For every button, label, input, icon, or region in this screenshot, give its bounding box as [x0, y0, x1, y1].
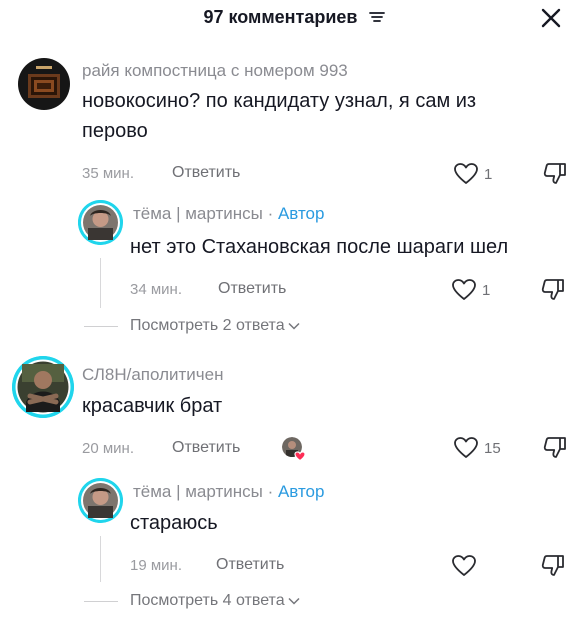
- reply-username: тёма | мартинсы: [133, 482, 263, 501]
- view-replies-label: Посмотреть 4 ответа: [130, 592, 285, 610]
- avatar[interactable]: [18, 58, 70, 110]
- separator: ·: [262, 482, 278, 501]
- author-badge: Автор: [277, 482, 325, 501]
- dislike-icon[interactable]: [540, 552, 566, 578]
- comment-text: перово: [82, 120, 148, 142]
- like-count: 1: [482, 282, 491, 299]
- dislike-icon[interactable]: [540, 276, 566, 302]
- divider: [84, 326, 118, 327]
- avatar[interactable]: [78, 478, 123, 523]
- comment-text: стараюсь: [130, 512, 218, 534]
- like-count: 15: [484, 440, 501, 457]
- separator: ·: [262, 204, 278, 223]
- view-replies-button[interactable]: Посмотреть 4 ответа: [130, 592, 300, 610]
- thread-line: [100, 536, 101, 582]
- reply-button[interactable]: Ответить: [172, 164, 240, 182]
- reply-button[interactable]: Ответить: [172, 439, 240, 457]
- comment-count-label: 97 комментариев: [203, 7, 358, 27]
- view-replies-button[interactable]: Посмотреть 2 ответа: [130, 317, 300, 335]
- author-badge: Автор: [277, 204, 325, 223]
- dislike-icon[interactable]: [542, 434, 568, 460]
- avatar[interactable]: [12, 356, 74, 418]
- filter-icon[interactable]: [368, 8, 385, 29]
- comment-text: новокосино? по кандидату узнал, я сам из: [82, 90, 477, 112]
- chevron-down-icon: [288, 317, 300, 335]
- like-count: 1: [484, 166, 493, 183]
- heart-icon[interactable]: [453, 436, 479, 460]
- timestamp: 19 мин.: [130, 557, 182, 574]
- username[interactable]: тёма | мартинсы · Автор: [133, 482, 324, 502]
- username[interactable]: райя компостница с номером 993: [82, 61, 348, 81]
- heart-icon[interactable]: [451, 554, 477, 578]
- close-icon[interactable]: [540, 7, 562, 29]
- username[interactable]: СЛ8Н/аполитичен: [82, 365, 223, 385]
- small-heart-icon: [294, 449, 306, 462]
- view-replies-label: Посмотреть 2 ответа: [130, 317, 285, 335]
- reply-username: тёма | мартинсы: [133, 204, 263, 223]
- reply-button[interactable]: Ответить: [218, 280, 286, 298]
- chevron-down-icon: [288, 592, 300, 610]
- username[interactable]: тёма | мартинсы · Автор: [133, 204, 324, 224]
- thread-line: [100, 258, 101, 308]
- timestamp: 20 мин.: [82, 440, 134, 457]
- avatar[interactable]: [78, 200, 123, 245]
- comment-text: нет это Стахановская после шараги шел: [130, 236, 509, 258]
- comments-header: 97 комментариев: [0, 0, 588, 38]
- timestamp: 34 мин.: [130, 281, 182, 298]
- timestamp: 35 мин.: [82, 165, 134, 182]
- heart-icon[interactable]: [451, 278, 477, 302]
- comment-text: красавчик брат: [82, 395, 223, 417]
- comments-title[interactable]: 97 комментариев: [0, 7, 588, 29]
- dislike-icon[interactable]: [542, 160, 568, 186]
- reply-button[interactable]: Ответить: [216, 556, 284, 574]
- divider: [84, 601, 118, 602]
- heart-icon[interactable]: [453, 162, 479, 186]
